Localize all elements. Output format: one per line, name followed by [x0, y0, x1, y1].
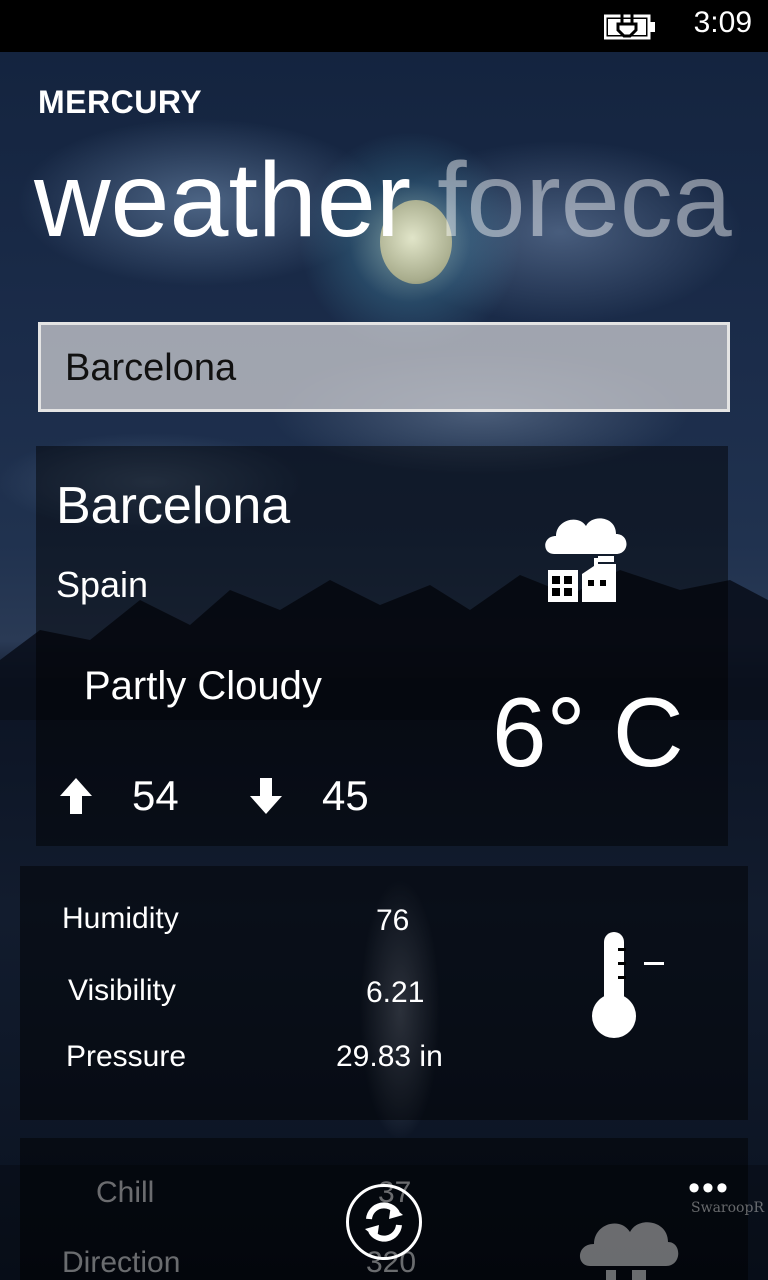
city-name: Barcelona [56, 477, 291, 535]
low-temperature: 45 [322, 772, 369, 819]
status-time: 3:09 [693, 6, 752, 39]
refresh-icon [365, 1202, 403, 1242]
humidity-value: 76 [376, 904, 410, 937]
high-temperature: 54 [132, 772, 179, 819]
temperature-value: 6° C [492, 677, 684, 787]
refresh-button[interactable] [346, 1184, 422, 1260]
condition-text: Partly Cloudy [84, 664, 322, 708]
pressure-value: 29.83 in [336, 1040, 443, 1073]
visibility-value: 6.21 [366, 976, 425, 1009]
arrow-up-icon [60, 778, 92, 814]
cloud-industry-icon [545, 518, 627, 602]
app-title: MERCURY [38, 84, 203, 120]
pivot-item-weather[interactable]: weather [34, 141, 411, 259]
city-search-input[interactable]: Barcelona [38, 322, 730, 412]
pivot-header: weather foreca [34, 140, 732, 260]
battery-charging-icon [604, 14, 655, 40]
country-name: Spain [56, 564, 149, 605]
pressure-label: Pressure [66, 1040, 187, 1073]
visibility-label: Visibility [68, 974, 176, 1007]
watermark-text: SwaroopR [691, 1200, 764, 1216]
arrow-down-icon [250, 778, 282, 814]
pivot-item-forecast[interactable]: foreca [437, 141, 732, 259]
humidity-label: Humidity [62, 902, 179, 935]
status-bar: 3:09 [0, 0, 768, 52]
thermometer-icon [592, 932, 664, 1038]
